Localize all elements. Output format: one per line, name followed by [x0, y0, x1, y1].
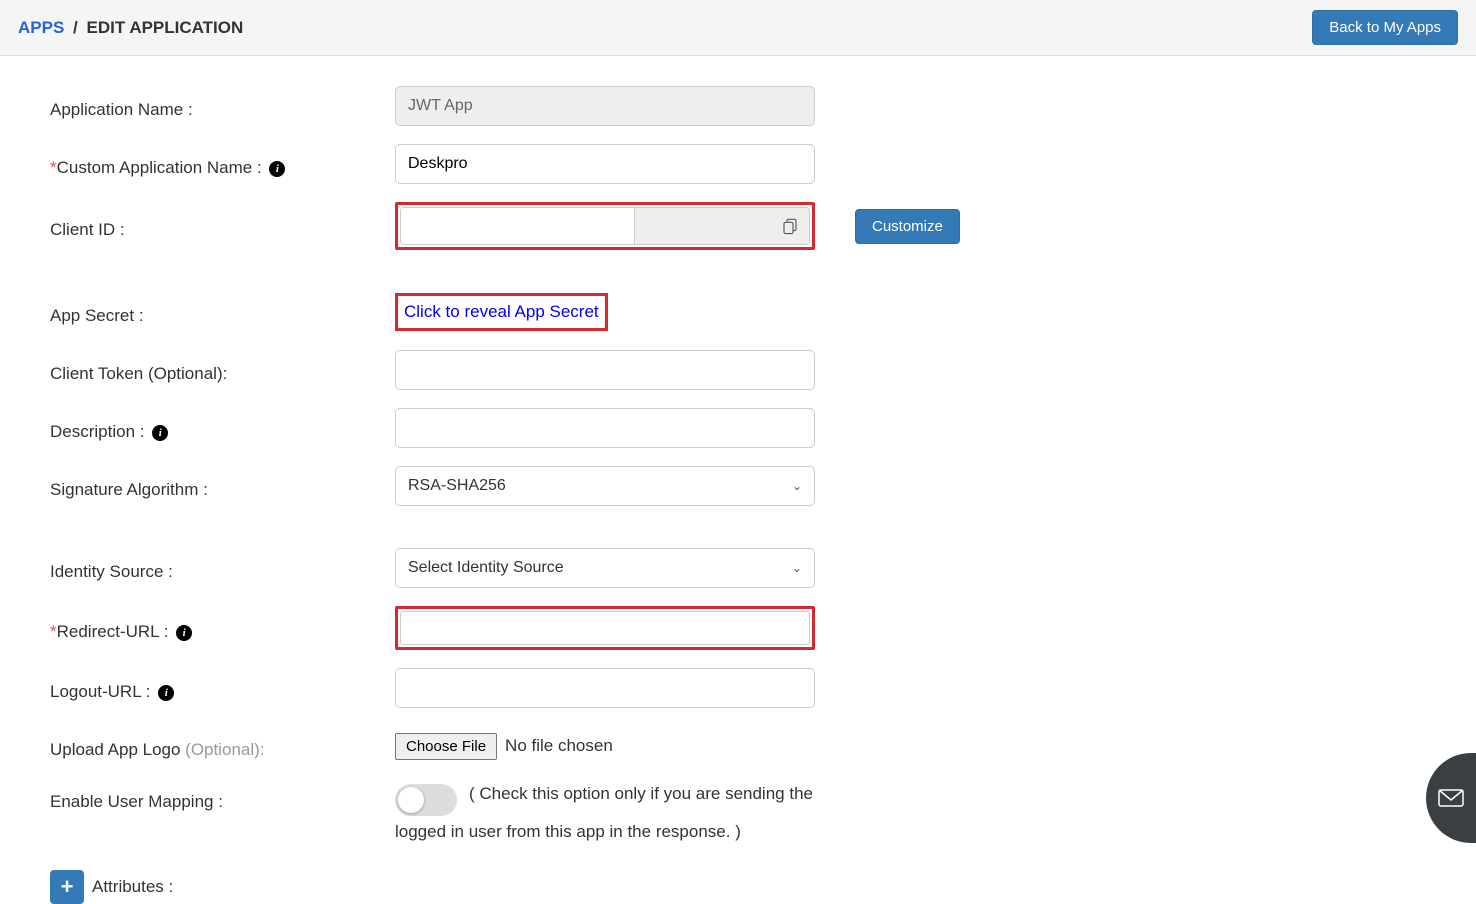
enable-user-mapping-label: Enable User Mapping : [50, 784, 395, 812]
app-secret-highlight-box: Click to reveal App Secret [395, 293, 608, 331]
description-label: Description : i [50, 414, 395, 442]
reveal-app-secret-link[interactable]: Click to reveal App Secret [398, 296, 605, 328]
copy-icon[interactable] [781, 217, 799, 235]
user-mapping-note-line1: ( Check this option only if you are send… [469, 784, 813, 804]
choose-file-button[interactable]: Choose File [395, 733, 497, 760]
chevron-down-icon: ⌄ [792, 479, 802, 493]
customize-button[interactable]: Customize [855, 209, 960, 244]
application-name-label: Application Name : [50, 92, 395, 120]
signature-algorithm-label: Signature Algorithm : [50, 472, 395, 500]
logout-url-input[interactable] [395, 668, 815, 708]
breadcrumb-current: EDIT APPLICATION [87, 18, 244, 37]
info-icon[interactable]: i [158, 685, 174, 701]
required-marker: * [50, 622, 57, 641]
file-chosen-status: No file chosen [505, 736, 613, 756]
signature-algorithm-value: RSA-SHA256 [408, 477, 506, 495]
chevron-down-icon: ⌄ [792, 561, 802, 575]
header-bar: APPS / EDIT APPLICATION Back to My Apps [0, 0, 1476, 56]
breadcrumb: APPS / EDIT APPLICATION [18, 18, 243, 38]
edit-application-form: Application Name : JWT App *Custom Appli… [0, 56, 1476, 904]
upload-logo-label: Upload App Logo (Optional): [50, 732, 395, 760]
redirect-url-input[interactable] [400, 611, 810, 645]
identity-source-value: Select Identity Source [408, 559, 564, 577]
user-mapping-note-line2: logged in user from this app in the resp… [395, 822, 815, 842]
signature-algorithm-select[interactable]: RSA-SHA256 ⌄ [395, 466, 815, 506]
info-icon[interactable]: i [176, 625, 192, 641]
breadcrumb-apps-link[interactable]: APPS [18, 18, 64, 37]
app-secret-label: App Secret : [50, 298, 395, 326]
client-id-input[interactable] [401, 208, 634, 244]
info-icon[interactable]: i [152, 425, 168, 441]
client-id-highlight-box [395, 202, 815, 250]
required-marker: * [50, 158, 57, 177]
client-token-input[interactable] [395, 350, 815, 390]
identity-source-select[interactable]: Select Identity Source ⌄ [395, 548, 815, 588]
toggle-knob [398, 787, 424, 813]
client-id-label: Client ID : [50, 212, 395, 240]
chat-icon [1435, 782, 1467, 814]
info-icon[interactable]: i [269, 161, 285, 177]
description-input[interactable] [395, 408, 815, 448]
plus-icon: + [61, 874, 74, 900]
identity-source-label: Identity Source : [50, 554, 395, 582]
logout-url-label: Logout-URL : i [50, 674, 395, 702]
client-token-label: Client Token (Optional): [50, 356, 395, 384]
attributes-row: + Attributes : [50, 870, 1426, 904]
custom-application-name-input[interactable] [395, 144, 815, 184]
custom-application-name-label: *Custom Application Name : i [50, 150, 395, 178]
enable-user-mapping-toggle[interactable] [395, 784, 457, 816]
client-id-copy-addon [634, 208, 809, 244]
breadcrumb-separator: / [73, 18, 78, 37]
add-attribute-button[interactable]: + [50, 870, 84, 904]
attributes-label: Attributes : [92, 877, 173, 897]
redirect-url-highlight-box [395, 606, 815, 650]
back-to-my-apps-button[interactable]: Back to My Apps [1312, 10, 1458, 45]
redirect-url-label: *Redirect-URL : i [50, 614, 395, 642]
application-name-field: JWT App [395, 86, 815, 126]
